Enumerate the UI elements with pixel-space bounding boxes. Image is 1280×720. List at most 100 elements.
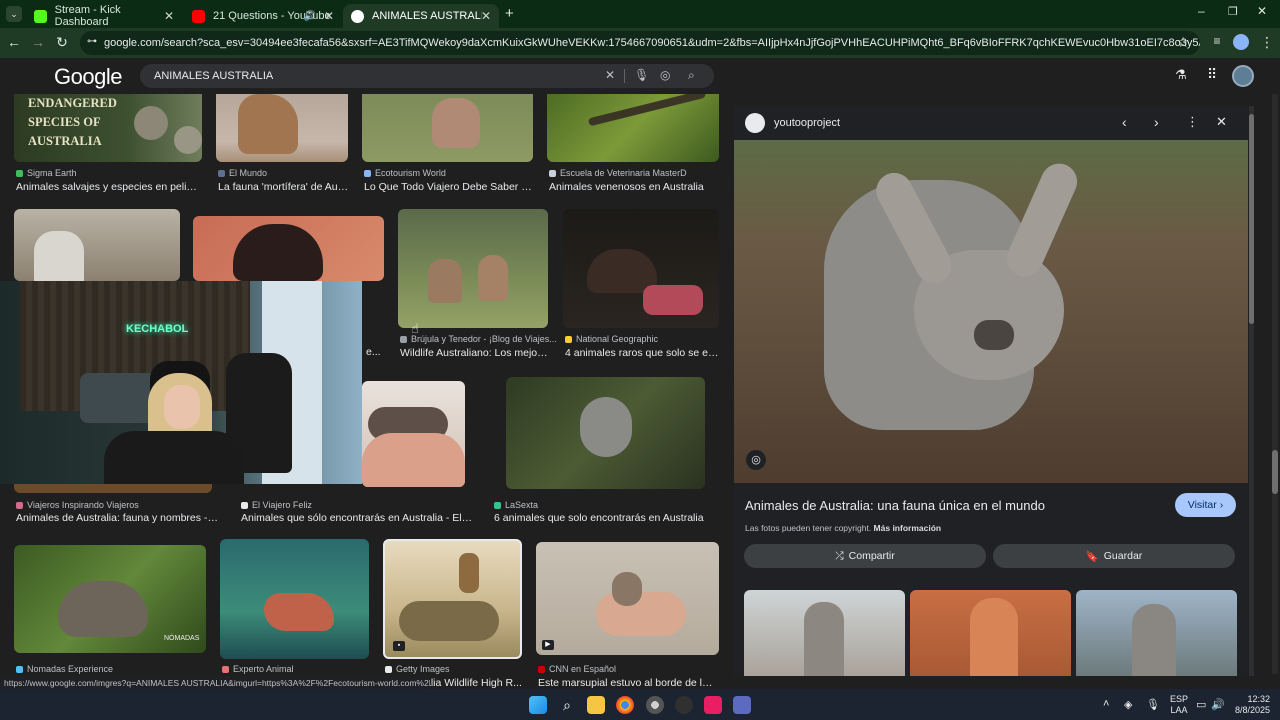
result-source[interactable]: Sigma Earth	[16, 168, 77, 178]
app-icon[interactable]	[733, 696, 751, 714]
speaker-icon[interactable]: 🔊	[304, 11, 316, 22]
close-panel-icon[interactable]: ✕	[1216, 114, 1227, 130]
search-icon[interactable]: ⌕	[558, 696, 576, 714]
related-image-kangaroo-2[interactable]	[910, 590, 1071, 676]
microphone-icon[interactable]: 🎙	[634, 68, 649, 82]
result-image-snake[interactable]	[547, 94, 719, 162]
result-source[interactable]: National Geographic	[565, 334, 658, 344]
related-image-kangaroo-3[interactable]	[1076, 590, 1237, 676]
result-caption[interactable]: Animales que sólo encontrarás en Austral…	[241, 512, 473, 524]
result-image-quoll[interactable]	[563, 209, 719, 328]
tab-youtube[interactable]: 21 Questions - YouTube 🔊 ✕	[184, 4, 342, 28]
result-image-koala[interactable]	[506, 377, 705, 489]
result-caption[interactable]: alia Wildlife High R...	[425, 677, 525, 689]
result-image-platypus[interactable]	[362, 381, 465, 487]
site-name[interactable]: youtooproject	[774, 117, 840, 129]
tab-kick[interactable]: Stream - Kick Dashboard ✕	[26, 4, 182, 28]
clock[interactable]: 12:32 8/8/2025	[1230, 694, 1270, 716]
result-source[interactable]: Viajeros Inspirando Viajeros	[16, 500, 139, 510]
result-image-dingo[interactable]	[216, 94, 348, 162]
result-image-illustration[interactable]: ▪	[383, 539, 522, 659]
tray-chevron-icon[interactable]: ˄	[1103, 698, 1109, 710]
close-icon[interactable]: ✕	[164, 9, 174, 23]
preview-image-kangaroo[interactable]: ◎	[734, 140, 1248, 483]
result-caption[interactable]: 6 animales que solo encontrarás en Austr…	[494, 512, 720, 524]
result-image-viajeros[interactable]	[14, 484, 212, 493]
language-indicator[interactable]: ESP LAA	[1170, 694, 1188, 716]
result-source[interactable]: El Viajero Feliz	[241, 500, 312, 510]
account-avatar[interactable]	[1232, 65, 1254, 87]
previous-icon[interactable]: ‹	[1122, 114, 1127, 130]
result-caption[interactable]: Animales salvajes y especies en peligro …	[16, 181, 202, 193]
tab-search-icon[interactable]: ⌄	[6, 6, 22, 22]
tab-google-search[interactable]: ANIMALES AUSTRALIA - Busca ✕	[343, 4, 499, 28]
panel-scrollbar[interactable]	[1249, 106, 1254, 676]
result-source[interactable]: Ecotourism World	[364, 168, 446, 178]
page-scrollbar[interactable]	[1272, 94, 1278, 674]
clear-icon[interactable]: ✕	[605, 68, 615, 82]
result-caption[interactable]: e...	[366, 346, 386, 358]
result-source[interactable]: Nomadas Experience	[16, 664, 113, 674]
new-tab-button[interactable]: +	[505, 5, 514, 22]
next-icon[interactable]: ›	[1154, 114, 1159, 130]
site-info-icon[interactable]: ⊶	[87, 36, 97, 47]
result-image-wombat[interactable]: NÓMADAS	[14, 545, 206, 653]
reload-icon[interactable]: ↻	[53, 34, 71, 51]
share-button[interactable]: ⤮ Compartir	[744, 544, 986, 568]
result-source[interactable]: Experto Animal	[222, 664, 294, 674]
volume-icon[interactable]: 🔊	[1211, 698, 1225, 711]
result-caption[interactable]: Este marsupial estuvo al borde de la ex.…	[538, 677, 718, 689]
address-bar[interactable]: ⊶ google.com/search?sca_esv=30494ee3feca…	[80, 31, 1200, 55]
result-image-sea-dragon[interactable]	[220, 539, 369, 659]
close-icon[interactable]: ✕	[481, 9, 491, 23]
result-caption[interactable]: La fauna 'mortífera' de Aust...	[218, 181, 350, 193]
display-icon[interactable]: ▭	[1196, 698, 1206, 711]
google-logo[interactable]: Google	[54, 64, 122, 90]
chrome-icon[interactable]	[616, 696, 634, 714]
profile-avatar[interactable]	[1233, 34, 1249, 50]
file-explorer-icon[interactable]	[587, 696, 605, 714]
bookmark-star-icon[interactable]: ☆	[1174, 34, 1192, 51]
windows-start-icon[interactable]	[529, 696, 547, 714]
panel-scrollbar-thumb[interactable]	[1249, 114, 1254, 324]
result-caption[interactable]: Animales venenosos en Australia	[549, 181, 719, 193]
camera-search-icon[interactable]: ◎	[660, 68, 670, 82]
restore-icon[interactable]: ❐	[1228, 5, 1238, 18]
result-caption[interactable]: Animales de Australia: fauna y nombres -…	[16, 512, 220, 524]
back-icon[interactable]: ←	[5, 34, 23, 50]
minimize-icon[interactable]: –	[1198, 4, 1205, 18]
result-image-man-kangaroos[interactable]	[14, 209, 180, 281]
microphone-icon[interactable]: 🎙	[1146, 698, 1160, 711]
tiktok-icon[interactable]	[704, 696, 722, 714]
labs-icon[interactable]: ⚗	[1175, 67, 1187, 83]
more-options-icon[interactable]: ⋮	[1186, 114, 1199, 130]
panel-title[interactable]: Animales de Australia: una fauna única e…	[745, 498, 1045, 513]
menu-icon[interactable]: ⋮	[1258, 34, 1276, 51]
result-image-kangaroo-field[interactable]	[362, 94, 533, 162]
forward-icon[interactable]: →	[29, 34, 47, 50]
save-button[interactable]: 🔖 Guardar	[993, 544, 1235, 568]
result-image-tasmanian-devil[interactable]	[193, 216, 384, 281]
result-source[interactable]: LaSexta	[494, 500, 538, 510]
close-icon[interactable]: ✕	[324, 9, 334, 23]
result-image-kangaroo-group[interactable]	[398, 209, 548, 328]
visit-button[interactable]: Visitar ›	[1175, 493, 1236, 517]
search-icon[interactable]: ⌕	[688, 68, 695, 83]
result-source[interactable]: Getty Images	[385, 664, 450, 674]
search-input[interactable]: ANIMALES AUSTRALIA ✕ 🎙 ◎ ⌕	[140, 64, 714, 88]
more-info-link[interactable]: Más información	[874, 523, 942, 533]
result-caption[interactable]: Lo Que Todo Viajero Debe Saber So...	[364, 181, 534, 193]
result-image-endangered-species[interactable]: ENDANGERED SPECIES OF AUSTRALIA	[14, 94, 202, 162]
result-caption[interactable]: 4 animales raros que solo se enc...	[565, 347, 719, 359]
play-icon[interactable]: ▶	[542, 640, 554, 650]
window-close-icon[interactable]: ✕	[1257, 4, 1267, 18]
reading-list-icon[interactable]: ≡	[1208, 34, 1226, 48]
obs-icon[interactable]	[675, 696, 693, 714]
apps-grid-icon[interactable]: ⠿	[1207, 66, 1217, 83]
result-source[interactable]: CNN en Español	[538, 664, 616, 674]
result-image-marsupial-hand[interactable]: ▶	[536, 542, 719, 655]
result-source[interactable]: Brújula y Tenedor - ¡Blog de Viajes...	[400, 334, 557, 344]
related-image-kangaroo-1[interactable]	[744, 590, 905, 676]
result-source[interactable]: Escuela de Veterinaria MasterD	[549, 168, 687, 178]
result-source[interactable]: El Mundo	[218, 168, 267, 178]
